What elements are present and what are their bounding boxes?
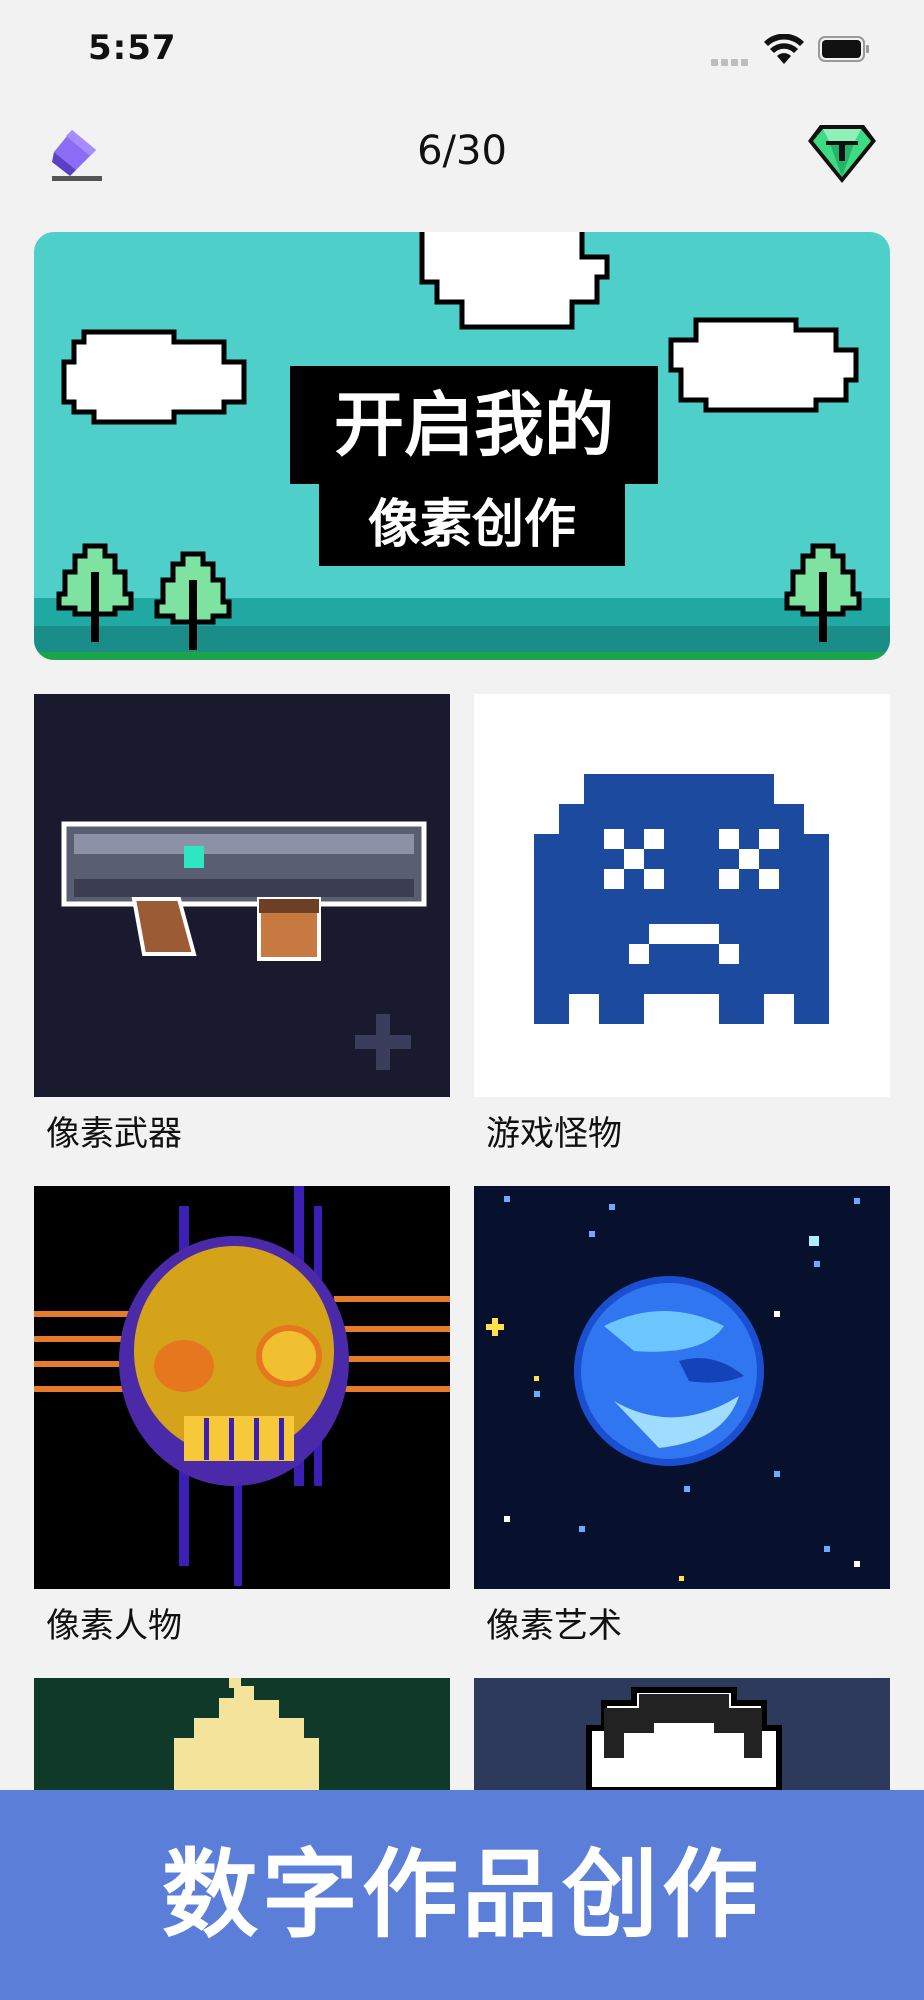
category-card-boy[interactable] [474, 1678, 890, 1790]
status-time: 5:57 [88, 28, 177, 68]
tree-icon [56, 543, 134, 642]
boy-thumbnail [474, 1678, 890, 1790]
promo-banner: 数字作品创作 [0, 1790, 924, 2000]
weapon-thumbnail [34, 694, 450, 1097]
wifi-icon [764, 34, 804, 64]
cloud-icon [61, 329, 247, 425]
category-card-monsters[interactable]: 游戏怪物 [474, 694, 890, 1154]
eraser-button[interactable] [50, 126, 110, 186]
art-thumbnail [474, 1186, 890, 1589]
tree-icon [154, 551, 232, 650]
banner-subtitle: 像素创作 [319, 484, 625, 566]
category-label: 游戏怪物 [486, 1114, 622, 1154]
eraser-icon [52, 130, 102, 181]
create-banner[interactable]: 开启我的 像素创作 [34, 232, 890, 660]
cloud-icon [668, 317, 859, 413]
cellular-signal-icon [711, 51, 751, 66]
category-card-art[interactable]: 像素艺术 [474, 1186, 890, 1646]
category-card-girl[interactable] [34, 1678, 450, 1790]
battery-icon [818, 36, 869, 62]
level-progress: 6/30 [417, 128, 507, 174]
banner-title: 开启我的 [290, 366, 658, 484]
diamond-icon [808, 125, 876, 183]
category-card-characters[interactable]: 像素人物 [34, 1186, 450, 1646]
category-label: 像素人物 [46, 1606, 182, 1646]
category-label: 像素武器 [46, 1114, 182, 1154]
monster-thumbnail [474, 694, 890, 1097]
status-bar: 5:57 [0, 0, 924, 100]
character-thumbnail [34, 1186, 450, 1589]
category-label: 像素艺术 [486, 1606, 622, 1646]
diamond-button[interactable] [806, 123, 878, 185]
tree-icon [784, 543, 862, 642]
cloud-icon [419, 232, 610, 330]
category-card-weapons[interactable]: 像素武器 [34, 694, 450, 1154]
girl-thumbnail [34, 1678, 450, 1790]
